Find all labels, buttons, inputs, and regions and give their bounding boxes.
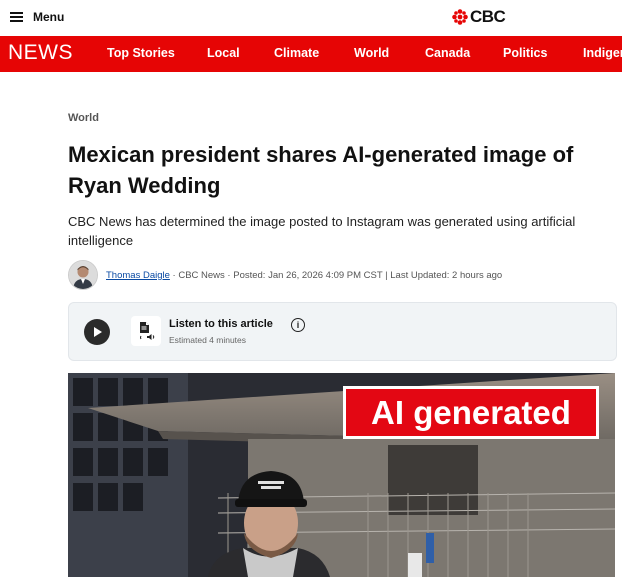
- nav-world[interactable]: World: [354, 46, 389, 60]
- byline: Thomas Daigle · CBC News · Posted: Jan 2…: [68, 259, 502, 291]
- audio-document-icon: [131, 316, 161, 346]
- section-label[interactable]: World: [68, 112, 99, 124]
- nav-local[interactable]: Local: [207, 46, 240, 60]
- article-subhead: CBC News has determined the image posted…: [68, 214, 576, 248]
- menu-button[interactable]: Menu: [10, 8, 64, 26]
- cbc-logo-text: CBC: [470, 7, 506, 26]
- nav-indigenous[interactable]: Indigen: [583, 46, 622, 60]
- menu-label: Menu: [33, 10, 65, 24]
- section-nav: NEWS Top Stories Local Climate World Can…: [0, 36, 622, 72]
- author-link[interactable]: Thomas Daigle: [106, 270, 170, 281]
- top-bar: Menu CBC: [0, 0, 622, 34]
- listen-to-article-panel: Listen to this article i Estimated 4 min…: [68, 302, 617, 361]
- news-brand[interactable]: NEWS: [8, 41, 73, 65]
- hamburger-icon: [10, 12, 23, 22]
- nav-climate[interactable]: Climate: [274, 46, 319, 60]
- hero-image[interactable]: AI generated: [68, 373, 615, 577]
- author-photo: [69, 261, 97, 289]
- nav-canada[interactable]: Canada: [425, 46, 470, 60]
- nav-top-stories[interactable]: Top Stories: [107, 46, 175, 60]
- listen-title: Listen to this article: [169, 318, 273, 330]
- byline-text: Thomas Daigle · CBC News · Posted: Jan 2…: [106, 270, 502, 281]
- info-icon[interactable]: i: [291, 318, 305, 332]
- cbc-gem-icon: [452, 9, 468, 25]
- author-avatar[interactable]: [68, 260, 98, 290]
- page-title: Mexican president shares AI-generated im…: [68, 142, 574, 198]
- ai-generated-badge: AI generated: [343, 386, 599, 439]
- byline-meta: · CBC News · Posted: Jan 26, 2026 4:09 P…: [169, 269, 503, 281]
- listen-estimate: Estimated 4 minutes: [169, 335, 247, 345]
- nav-politics[interactable]: Politics: [503, 46, 547, 60]
- cbc-logo[interactable]: CBC: [452, 7, 506, 27]
- play-icon[interactable]: [84, 319, 110, 345]
